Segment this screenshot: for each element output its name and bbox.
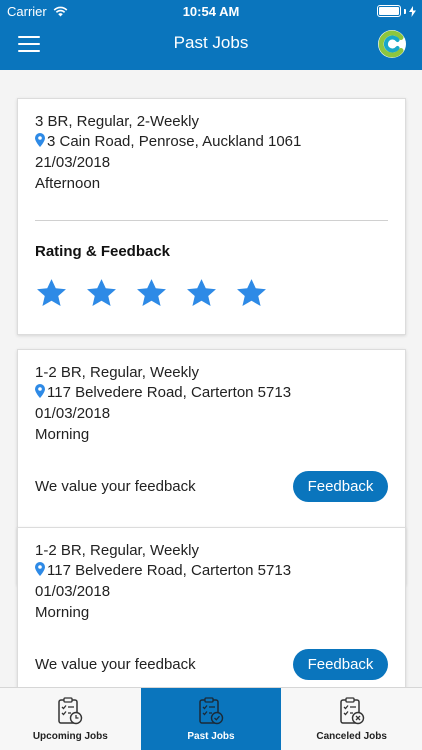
- battery-icon: [377, 5, 416, 17]
- feedback-prompt: We value your feedback: [35, 656, 196, 673]
- location-pin-icon: [35, 384, 45, 398]
- jobs-list[interactable]: 3 BR, Regular, 2-Weekly 3 Cain Road, Pen…: [0, 70, 422, 687]
- clipboard-clock-icon: [58, 697, 83, 725]
- location-pin-icon: [35, 562, 45, 576]
- location-pin-icon: [35, 133, 45, 147]
- star-rating[interactable]: [35, 277, 268, 310]
- job-address: 117 Belvedere Road, Carterton 5713: [47, 384, 292, 401]
- job-card[interactable]: 1-2 BR, Regular, Weekly 117 Belvedere Ro…: [17, 527, 406, 687]
- tab-past-jobs[interactable]: Past Jobs: [140, 688, 282, 750]
- job-time-slot: Afternoon: [35, 175, 101, 192]
- feedback-button[interactable]: Feedback: [293, 471, 388, 502]
- app-header: Carrier 10:54 AM Past Jobs: [0, 0, 422, 70]
- job-address-row: 3 Cain Road, Penrose, Auckland 1061: [35, 133, 301, 150]
- status-bar: Carrier 10:54 AM: [0, 0, 422, 22]
- star-icon[interactable]: [35, 277, 68, 310]
- feedback-prompt: We value your feedback: [35, 478, 196, 495]
- job-card[interactable]: 3 BR, Regular, 2-Weekly 3 Cain Road, Pen…: [17, 98, 406, 335]
- tab-bar: Upcoming Jobs Past Jobs Canceled Jobs: [0, 687, 422, 750]
- clipboard-check-icon: [199, 697, 224, 725]
- tab-upcoming-jobs[interactable]: Upcoming Jobs: [0, 688, 141, 750]
- tab-canceled-jobs[interactable]: Canceled Jobs: [281, 688, 422, 750]
- star-icon[interactable]: [135, 277, 168, 310]
- job-address: 3 Cain Road, Penrose, Auckland 1061: [47, 133, 302, 150]
- star-icon[interactable]: [235, 277, 268, 310]
- tab-label: Past Jobs: [187, 731, 235, 742]
- job-address-row: 117 Belvedere Road, Carterton 5713: [35, 384, 291, 401]
- star-icon[interactable]: [85, 277, 118, 310]
- nav-bar: Past Jobs: [0, 22, 422, 70]
- job-address-row: 117 Belvedere Road, Carterton 5713: [35, 562, 291, 579]
- tab-label: Upcoming Jobs: [32, 731, 108, 742]
- job-address: 117 Belvedere Road, Carterton 5713: [47, 562, 292, 579]
- job-date: 01/03/2018: [35, 583, 111, 600]
- job-time-slot: Morning: [35, 604, 90, 621]
- job-date: 01/03/2018: [35, 405, 111, 422]
- charging-icon: [409, 5, 416, 17]
- c-logo: [378, 30, 406, 58]
- job-summary: 3 BR, Regular, 2-Weekly: [35, 113, 199, 130]
- rating-feedback-label: Rating & Feedback: [35, 243, 171, 260]
- star-icon[interactable]: [185, 277, 218, 310]
- divider: [35, 220, 388, 221]
- job-date: 21/03/2018: [35, 154, 111, 171]
- page-title: Past Jobs: [173, 33, 249, 52]
- job-time-slot: Morning: [35, 426, 90, 443]
- clipboard-cancel-icon: [339, 697, 364, 725]
- feedback-button[interactable]: Feedback: [293, 649, 388, 680]
- tab-label: Canceled Jobs: [316, 731, 387, 742]
- status-time: 10:54 AM: [182, 4, 240, 19]
- job-summary: 1-2 BR, Regular, Weekly: [35, 364, 199, 381]
- job-summary: 1-2 BR, Regular, Weekly: [35, 542, 199, 559]
